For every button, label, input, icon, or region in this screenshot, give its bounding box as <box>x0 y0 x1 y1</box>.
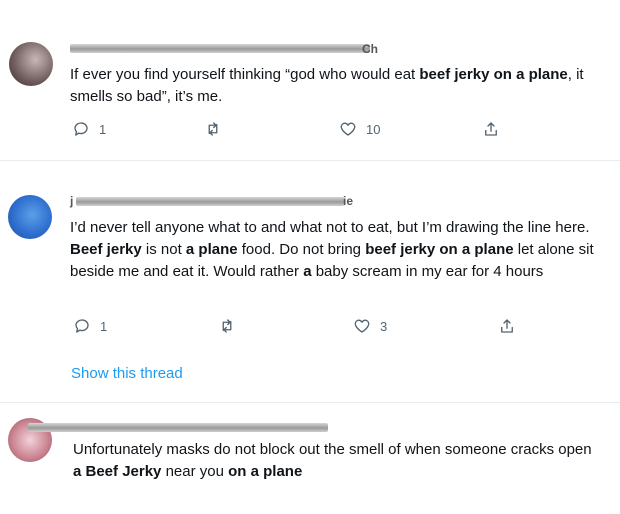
retweet-icon <box>222 319 232 333</box>
retweet-button[interactable] <box>218 317 236 335</box>
reply-count: 1 <box>99 121 107 137</box>
highlighted-text: a <box>303 263 312 280</box>
like-icon <box>354 319 370 333</box>
share-icon <box>501 319 513 333</box>
tweet-actions: 1 10 <box>72 120 512 140</box>
text-span: Unfortunately masks do not block out the… <box>73 441 592 458</box>
username-fragment: ie <box>343 194 354 208</box>
username-fragment: j <box>70 194 74 208</box>
like-button[interactable]: 10 <box>339 120 380 138</box>
redacted-username <box>70 44 370 53</box>
text-span: near you <box>161 463 229 480</box>
tweet[interactable]: Unfortunately masks do not block out the… <box>0 403 620 514</box>
redacted-username <box>28 423 328 432</box>
tweet-text: I’d never tell anyone what to and what n… <box>70 217 606 283</box>
like-button[interactable]: 3 <box>353 317 387 335</box>
text-span: baby scream in my ear for 4 hours <box>311 263 544 280</box>
text-span: food. Do not bring <box>237 241 366 258</box>
share-button[interactable] <box>498 317 516 335</box>
retweet-button[interactable] <box>204 120 222 138</box>
tweet-text: If ever you find yourself thinking “god … <box>70 64 595 108</box>
reply-icon <box>74 122 88 136</box>
highlighted-text: beef jerky on a plane <box>365 241 514 258</box>
highlighted-text: a plane <box>185 241 238 258</box>
share-button[interactable] <box>482 120 500 138</box>
like-count: 3 <box>380 318 388 334</box>
reply-count: 1 <box>100 318 108 334</box>
text-span: I’d never tell anyone what to and what n… <box>70 219 590 236</box>
highlighted-text: Beef jerky <box>70 241 142 258</box>
tweet-actions: 1 3 <box>73 317 523 337</box>
like-icon <box>340 122 356 136</box>
avatar[interactable] <box>9 42 53 86</box>
tweet-text: Unfortunately masks do not block out the… <box>73 439 598 483</box>
show-thread-link[interactable]: Show this thread <box>71 365 183 382</box>
reply-button[interactable]: 1 <box>73 317 107 335</box>
highlighted-text: a Beef Jerky <box>73 463 162 480</box>
retweet-icon <box>208 122 218 136</box>
reply-button[interactable]: 1 <box>72 120 106 138</box>
tweet[interactable]: Ch If ever you find yourself thinking “g… <box>0 0 620 160</box>
share-icon <box>485 122 497 136</box>
highlighted-text: on a plane <box>228 463 303 480</box>
username-fragment: Ch <box>362 42 378 56</box>
reply-icon <box>75 319 89 333</box>
redacted-username <box>76 197 344 206</box>
text-span: If ever you find yourself thinking “god … <box>70 66 420 83</box>
avatar[interactable] <box>8 195 52 239</box>
highlighted-text: beef jerky on a plane <box>419 66 568 83</box>
like-count: 10 <box>366 121 381 137</box>
text-span: is not <box>141 241 186 258</box>
